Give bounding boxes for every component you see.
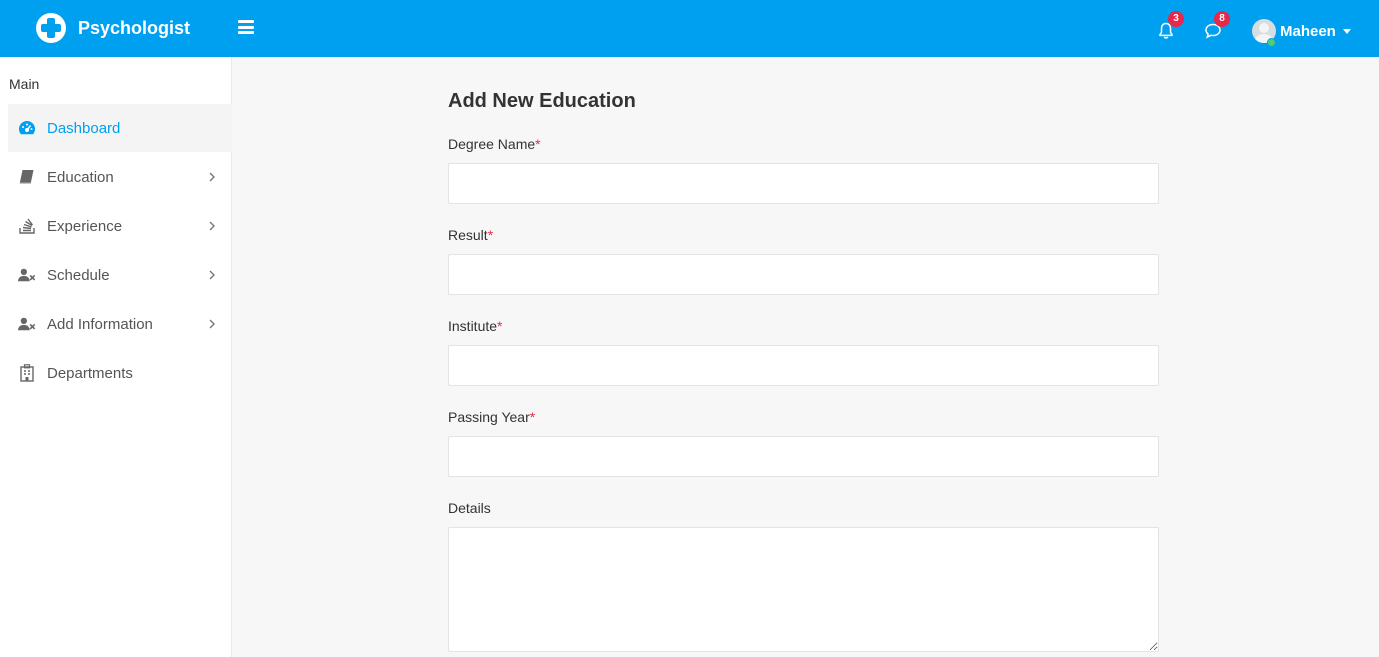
sidebar-item-experience[interactable]: Experience	[8, 202, 232, 250]
degree-name-label-text: Degree Name	[448, 136, 536, 152]
sidebar-menu-title: Main	[9, 76, 40, 92]
user-x-icon	[18, 317, 36, 331]
sidebar-item-label: Dashboard	[47, 119, 121, 137]
details-label: Details	[448, 500, 491, 516]
institute-label: Institute*	[448, 318, 502, 334]
result-label-text: Result	[448, 227, 488, 243]
institute-label-text: Institute	[448, 318, 498, 334]
chevron-right-icon	[209, 270, 215, 280]
hospital-icon	[20, 364, 34, 382]
passing-year-input[interactable]	[448, 436, 1159, 477]
passing-year-label: Passing Year*	[448, 409, 535, 425]
chevron-right-icon	[209, 319, 215, 329]
stack-icon	[19, 218, 35, 234]
logo[interactable]: Psychologist	[36, 13, 190, 43]
sidebar-item-education[interactable]: Education	[8, 153, 232, 201]
sidebar-item-label: Schedule	[47, 266, 110, 284]
sidebar-item-dashboard[interactable]: Dashboard	[8, 104, 232, 152]
sidebar-item-departments[interactable]: Departments	[8, 349, 232, 397]
sidebar-item-add-information[interactable]: Add Information	[8, 300, 232, 348]
sidebar-item-label: Departments	[47, 364, 133, 382]
required-mark: *	[535, 136, 541, 152]
top-header: Psychologist 3 8 Maheen	[0, 0, 1379, 57]
notifications-badge: 3	[1168, 11, 1184, 27]
result-label: Result*	[448, 227, 493, 243]
logo-icon	[36, 13, 66, 43]
required-mark: *	[529, 409, 536, 425]
book-icon	[19, 170, 34, 184]
degree-name-label: Degree Name*	[448, 136, 541, 152]
required-mark: *	[497, 318, 503, 334]
caret-down-icon	[1342, 28, 1351, 34]
app-name: Psychologist	[78, 17, 191, 38]
degree-name-input[interactable]	[448, 163, 1159, 204]
chevron-right-icon	[209, 172, 215, 182]
institute-input[interactable]	[448, 345, 1159, 386]
user-name: Maheen	[1280, 22, 1336, 40]
notifications-button[interactable]: 3	[1158, 11, 1184, 42]
messages-button[interactable]: 8	[1204, 11, 1230, 42]
online-status-dot	[1267, 38, 1276, 47]
dashboard-icon	[19, 121, 35, 135]
sidebar: Main Dashboard Education Experience Sche…	[0, 57, 232, 657]
user-x-icon	[18, 268, 36, 282]
sidebar-item-schedule[interactable]: Schedule	[8, 251, 232, 299]
messages-badge: 8	[1214, 11, 1230, 27]
details-textarea[interactable]	[448, 527, 1159, 652]
sidebar-item-label: Experience	[47, 217, 123, 235]
required-mark: *	[487, 227, 494, 243]
chevron-right-icon	[209, 221, 215, 231]
sidebar-item-label: Education	[47, 168, 114, 186]
result-input[interactable]	[448, 254, 1159, 295]
menu-toggle-icon[interactable]	[238, 20, 254, 34]
page-title: Add New Education	[448, 90, 636, 112]
passing-year-label-text: Passing Year	[448, 409, 530, 425]
sidebar-item-label: Add Information	[47, 315, 153, 333]
